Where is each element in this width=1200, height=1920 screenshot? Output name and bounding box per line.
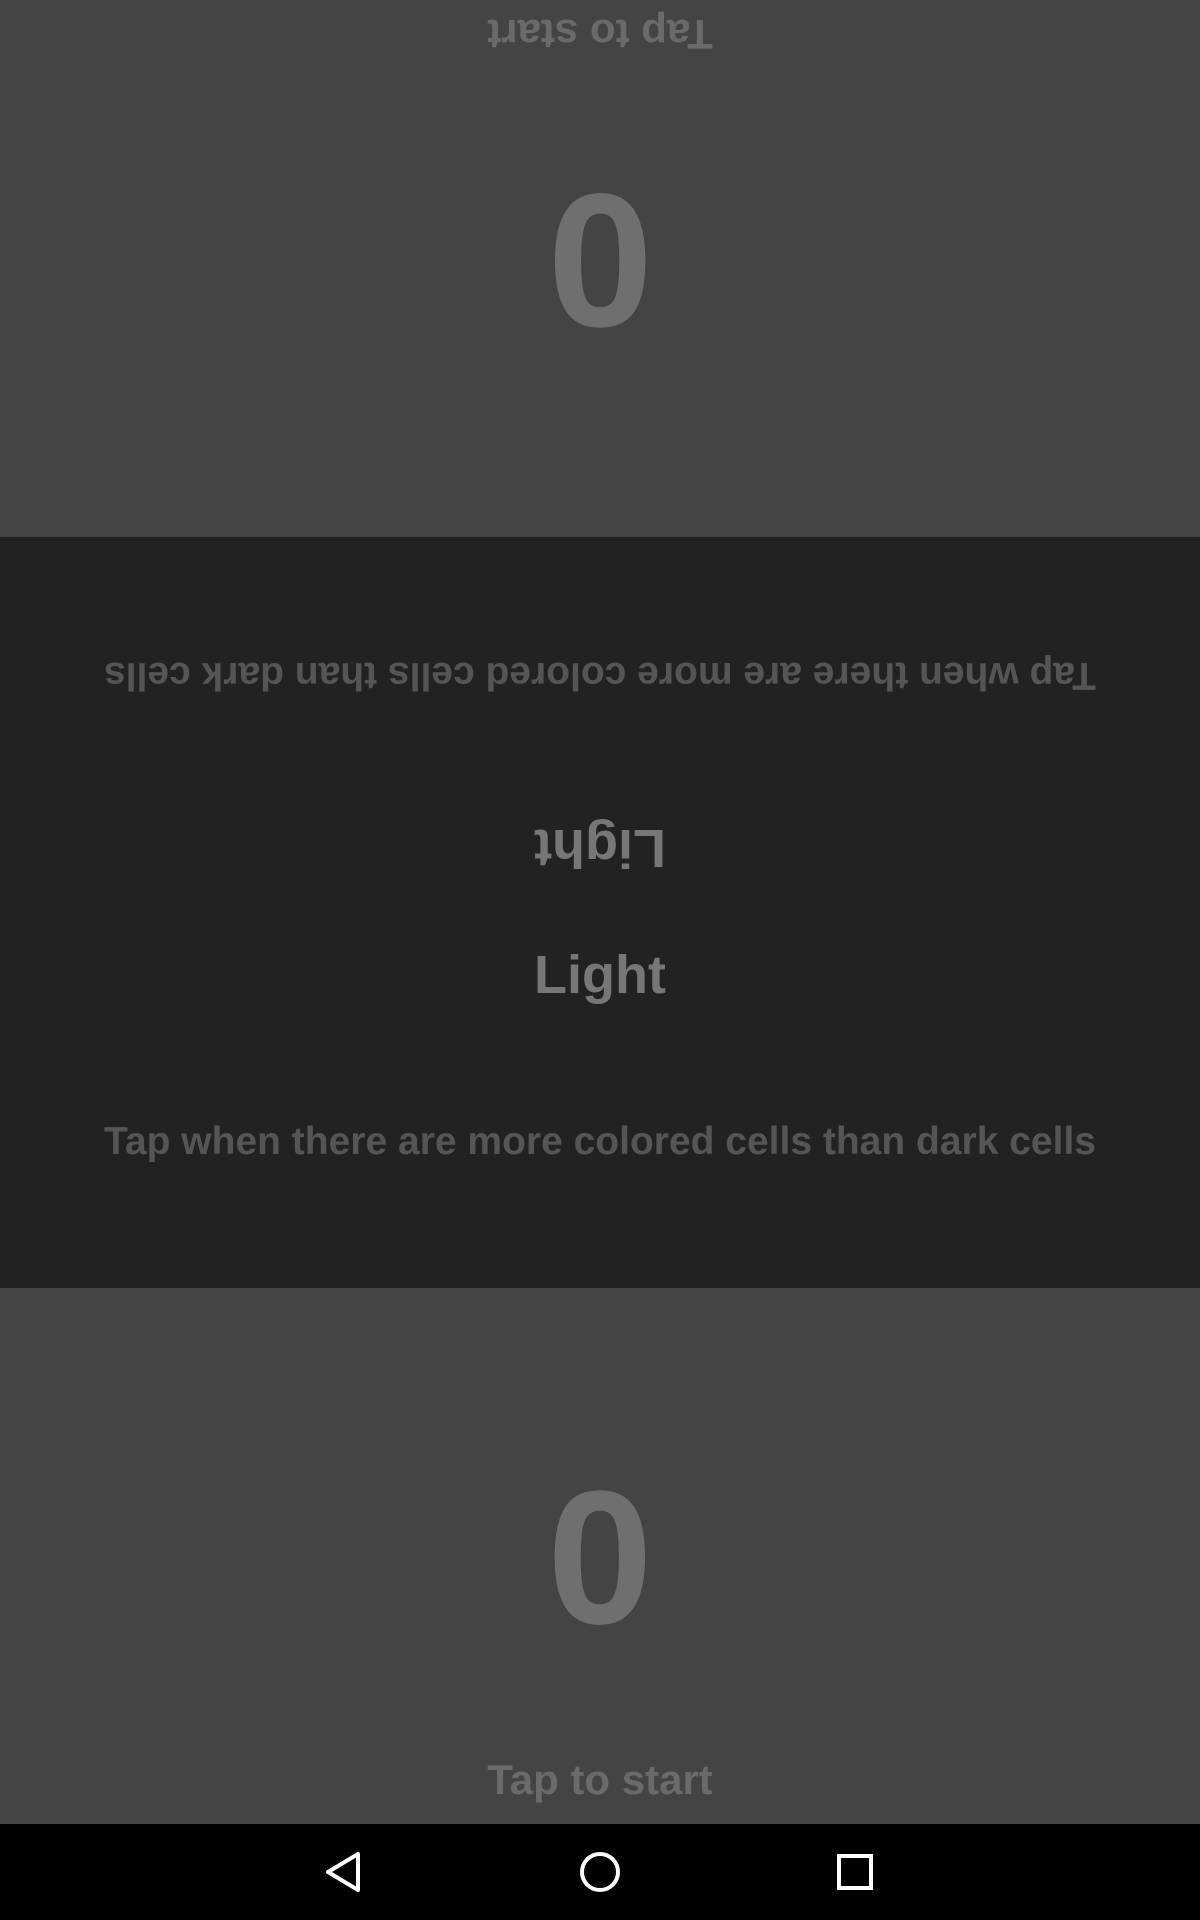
player-two-score: 0 — [547, 154, 653, 366]
mode-label-flipped: Light — [534, 818, 666, 878]
instruction-text: Tap when there are more colored cells th… — [104, 1120, 1096, 1163]
recents-square-icon[interactable] — [825, 1842, 885, 1902]
player-one-score: 0 — [547, 1452, 653, 1664]
player-two-tap-to-start-label: Tap to start — [487, 11, 713, 58]
player-one-tap-zone[interactable]: 0 Tap to start — [0, 1288, 1200, 1824]
mode-label: Light — [534, 945, 666, 1005]
player-one-tap-to-start-label: Tap to start — [487, 1756, 713, 1803]
home-circle-icon[interactable] — [570, 1842, 630, 1902]
game-screen: Tap to start 0 Tap when there are more c… — [0, 0, 1200, 1824]
instruction-text-flipped: Tap when there are more colored cells th… — [104, 654, 1096, 697]
system-navigation-bar — [0, 1824, 1200, 1920]
player-two-tap-zone[interactable]: Tap to start 0 — [0, 0, 1200, 537]
back-triangle-icon[interactable] — [314, 1842, 374, 1902]
instruction-panel: Tap when there are more colored cells th… — [0, 537, 1200, 1288]
